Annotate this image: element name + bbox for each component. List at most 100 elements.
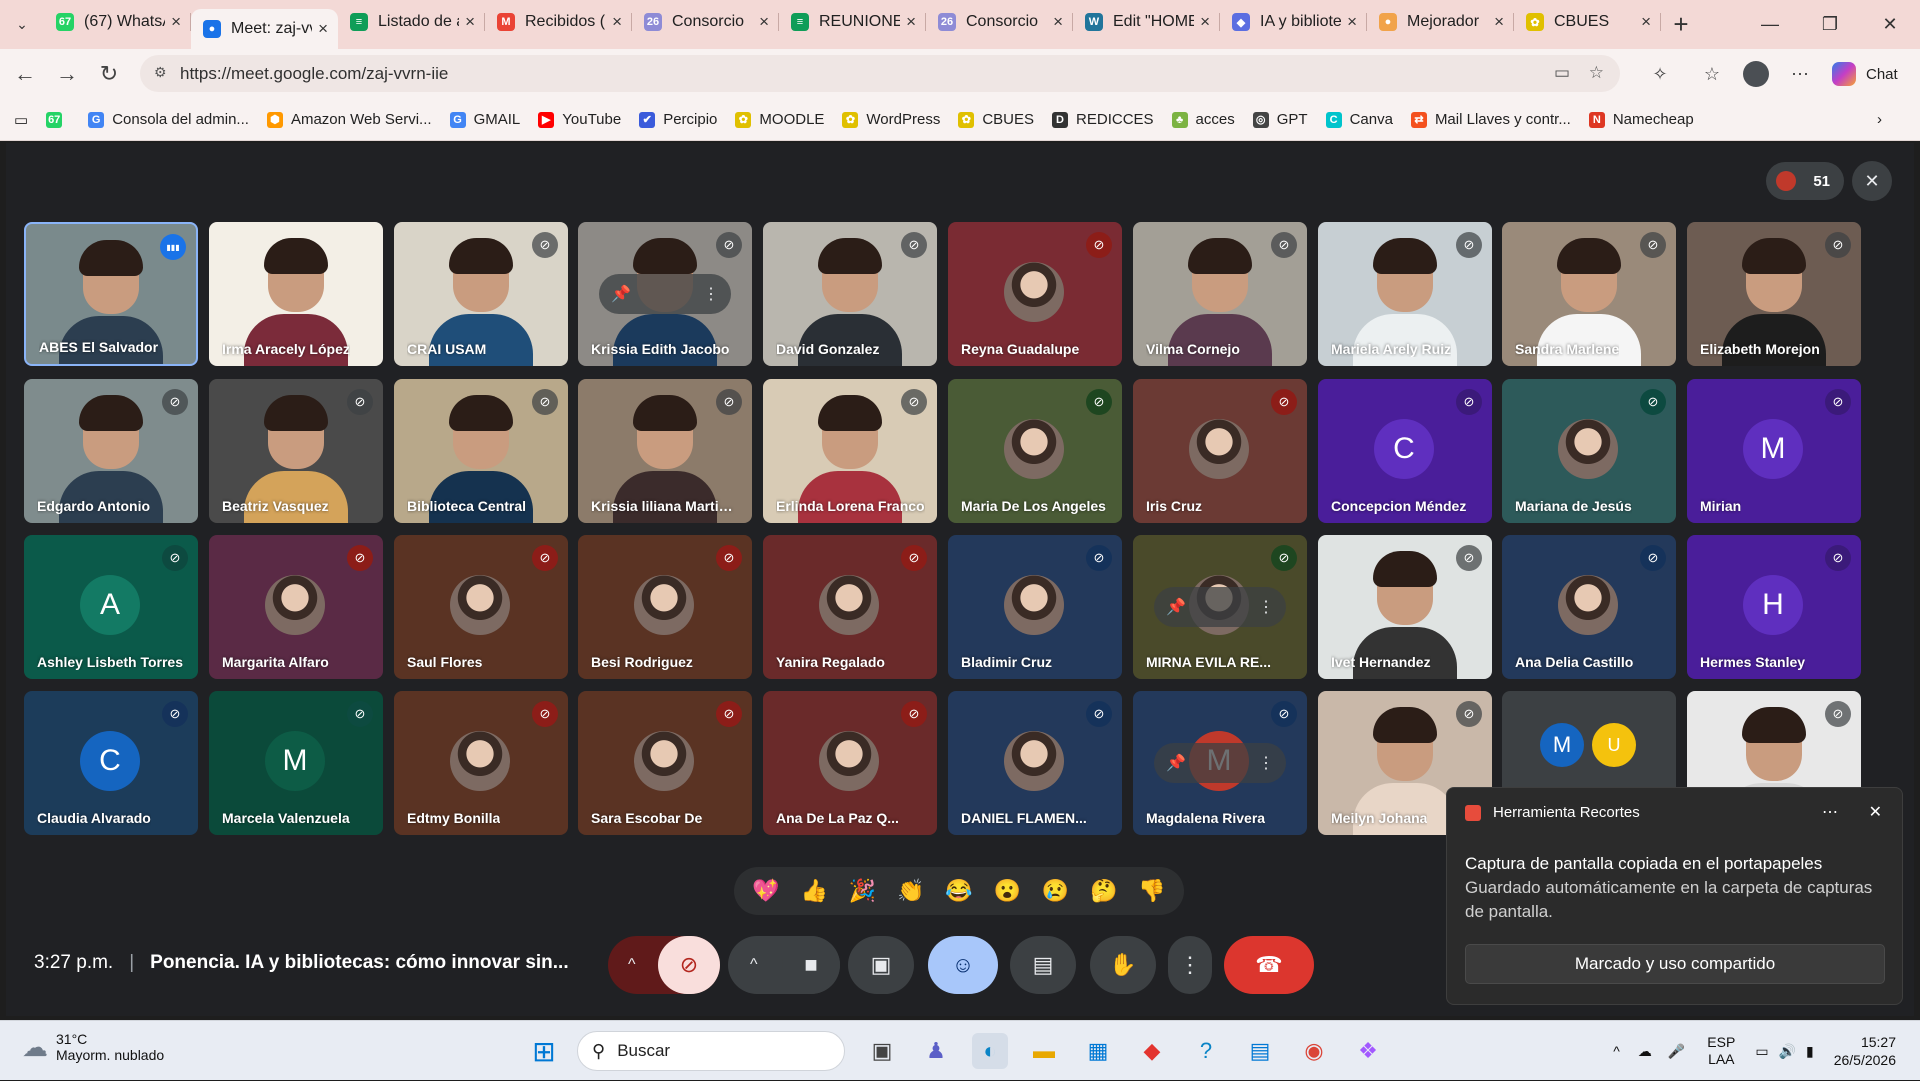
help-icon[interactable]: ? [1188, 1033, 1224, 1069]
figma-icon[interactable]: ❖ [1350, 1033, 1386, 1069]
participant-tile[interactable]: ⊘ Edgardo Antonio [24, 379, 198, 523]
profile-avatar[interactable] [1740, 59, 1772, 89]
participant-tile[interactable]: ⊘ Mariana de Jesús [1502, 379, 1676, 523]
browser-tab[interactable]: W Edit "HOME × [1073, 4, 1220, 40]
participant-tile[interactable]: ⊘ Elizabeth Morejon [1687, 222, 1861, 366]
participant-tile[interactable]: M ⊘ Marcela Valenzuela [209, 691, 383, 835]
omnibox[interactable]: ⚙ https://meet.google.com/zaj-vvrn-iie ▭… [140, 55, 1620, 92]
tab-close-icon[interactable]: × [171, 12, 181, 32]
extensions-icon[interactable]: ✧ [1644, 59, 1676, 89]
bookmark-item[interactable]: ✿ CBUES [958, 111, 1034, 128]
reaction-emoji[interactable]: 👍 [801, 878, 828, 904]
bookmark-item[interactable]: D REDICCES [1052, 111, 1154, 128]
language-indicator[interactable]: ESP LAA [1707, 1034, 1735, 1068]
browser-tab[interactable]: ● Mejorador × [1367, 4, 1514, 40]
task-view-icon[interactable]: ▣ [864, 1033, 900, 1069]
camera-in-use-icon[interactable]: ▭ [1554, 63, 1570, 83]
participant-tile[interactable]: ⊘ Vilma Cornejo [1133, 222, 1307, 366]
reading-list-icon[interactable]: ▭ [14, 111, 28, 129]
clock[interactable]: 15:27 26/5/2026 [1834, 1033, 1896, 1069]
browser-tab[interactable]: ≡ REUNIONES × [779, 4, 926, 40]
calendar-app-icon[interactable]: ▤ [1242, 1033, 1278, 1069]
battery-icon[interactable]: ▮ [1806, 1043, 1814, 1060]
bookmark-item[interactable]: N Namecheap [1588, 111, 1694, 128]
reaction-emoji[interactable]: 😂 [945, 878, 972, 904]
reaction-emoji[interactable]: 😢 [1042, 878, 1069, 904]
participant-tile[interactable]: ⊘ CRAI USAM [394, 222, 568, 366]
participant-tile[interactable]: ▮▮▮ ABES El Salvador [24, 222, 198, 366]
close-window-icon[interactable]: ✕ [1860, 0, 1920, 49]
reload-icon[interactable]: ↻ [88, 54, 130, 94]
tab-close-icon[interactable]: × [906, 12, 916, 32]
app-red-icon[interactable]: ◆ [1134, 1033, 1170, 1069]
site-info-icon[interactable]: ⚙ [154, 64, 167, 81]
bookmark-item[interactable]: ♣ acces [1171, 111, 1235, 128]
toast-more-icon[interactable]: ⋯ [1822, 802, 1838, 822]
start-icon[interactable]: ⊞ [526, 1033, 562, 1069]
bookmark-item[interactable]: ✔ Percipio [639, 111, 717, 128]
reaction-emoji[interactable]: 😮 [994, 878, 1021, 904]
participant-tile[interactable]: ⊘ Yanira Regalado [763, 535, 937, 679]
bookmark-item[interactable]: G Consola del admin... [88, 111, 249, 128]
bookmark-item[interactable]: ⇄ Mail Llaves y contr... [1410, 111, 1571, 128]
tab-close-icon[interactable]: × [612, 12, 622, 32]
participant-tile[interactable]: ⊘ Edtmy Bonilla [394, 691, 568, 835]
bookmark-item[interactable]: ◎ GPT [1252, 111, 1308, 128]
reaction-emoji[interactable]: 💖 [752, 878, 779, 904]
browser-tab[interactable]: 26 Consorcio × [632, 4, 779, 40]
participant-tile[interactable]: M ⊘ Mirian [1687, 379, 1861, 523]
network-icon[interactable]: ▭ [1755, 1043, 1768, 1060]
mic-off-button[interactable]: ⊘ [658, 936, 720, 994]
participant-tile[interactable]: ⊘ Sara Escobar De [578, 691, 752, 835]
participant-tile[interactable]: ⊘ Mariela Arely Ruiz [1318, 222, 1492, 366]
participant-tile[interactable]: ⊘ Besi Rodriguez [578, 535, 752, 679]
back-icon[interactable]: ← [4, 54, 46, 94]
browser-tab[interactable]: 26 Consorcio × [926, 4, 1073, 40]
participant-tile[interactable]: ⊘ Bladimir Cruz [948, 535, 1122, 679]
snipping-notification[interactable]: Herramienta Recortes ⋯ ✕ Captura de pant… [1446, 787, 1903, 1005]
emoji-reactions-button[interactable]: ☺ [928, 936, 998, 994]
tab-close-icon[interactable]: × [318, 19, 328, 39]
favorites-icon[interactable]: ☆ [1696, 59, 1728, 89]
participant-tile[interactable]: ⊘ David Gonzalez [763, 222, 937, 366]
participant-tile[interactable]: H ⊘ Hermes Stanley [1687, 535, 1861, 679]
volume-icon[interactable]: 🔊 [1779, 1043, 1796, 1060]
cloud-sync-icon[interactable]: ☁ [1638, 1043, 1652, 1060]
toast-close-icon[interactable]: ✕ [1869, 802, 1882, 822]
browser-tab[interactable]: 67 (67) WhatsApp × [44, 4, 191, 40]
participant-tile[interactable]: ⊘ Krissia liliana Martinez [578, 379, 752, 523]
tab-close-icon[interactable]: × [1053, 12, 1063, 32]
participant-tile[interactable]: ⊘ DANIEL FLAMEN... [948, 691, 1122, 835]
participant-tile[interactable]: C ⊘ Concepcion Méndez [1318, 379, 1492, 523]
camera-button[interactable]: ■ [782, 936, 840, 994]
reaction-emoji[interactable]: 👏 [897, 878, 924, 904]
reaction-emoji[interactable]: 🤔 [1090, 878, 1117, 904]
participant-tile[interactable]: ⊘ Maria De Los Angeles [948, 379, 1122, 523]
file-explorer-icon[interactable]: ▬ [1026, 1033, 1062, 1069]
bookmark-item[interactable]: G GMAIL [449, 111, 520, 128]
participant-tile[interactable]: ⊘ Beatriz Vasquez [209, 379, 383, 523]
participant-tile[interactable]: ⊘ Reyna Guadalupe [948, 222, 1122, 366]
store-icon[interactable]: ▦ [1080, 1033, 1116, 1069]
markup-share-button[interactable]: Marcado y uso compartido [1465, 944, 1885, 984]
taskbar-search[interactable]: ⚲ Buscar [577, 1031, 845, 1071]
tab-close-icon[interactable]: × [465, 12, 475, 32]
participant-tile[interactable]: ⊘ Biblioteca Central [394, 379, 568, 523]
participant-tile[interactable]: M📌⋮⊘Magdalena Rivera [1133, 691, 1307, 835]
bookmark-item[interactable]: 67 [46, 111, 70, 128]
participants-button[interactable]: 51 [1766, 162, 1844, 200]
participant-tile[interactable]: ⊘ Erlinda Lorena Franco [763, 379, 937, 523]
tab-close-icon[interactable]: × [759, 12, 769, 32]
participant-tile[interactable]: ⊘ Ana Delia Castillo [1502, 535, 1676, 679]
participant-tile[interactable]: ⊘ Saul Flores [394, 535, 568, 679]
browser-tab[interactable]: ◆ IA y bibliotecas × [1220, 4, 1367, 40]
copilot-chat-button[interactable]: Chat [1832, 57, 1912, 91]
bookmark-item[interactable]: C Canva [1325, 111, 1393, 128]
participant-tile[interactable]: C ⊘ Claudia Alvarado [24, 691, 198, 835]
edge-icon[interactable]: ◐ [972, 1033, 1008, 1069]
more-vert-icon[interactable]: ⋮ [1258, 597, 1274, 617]
tray-chevron-icon[interactable]: ^ [1613, 1043, 1620, 1059]
participant-tile[interactable]: ⊘ Sandra Marlene [1502, 222, 1676, 366]
bookmark-item[interactable]: ⬢ Amazon Web Servi... [266, 111, 432, 128]
bookmark-item[interactable]: ▶ YouTube [538, 111, 621, 128]
